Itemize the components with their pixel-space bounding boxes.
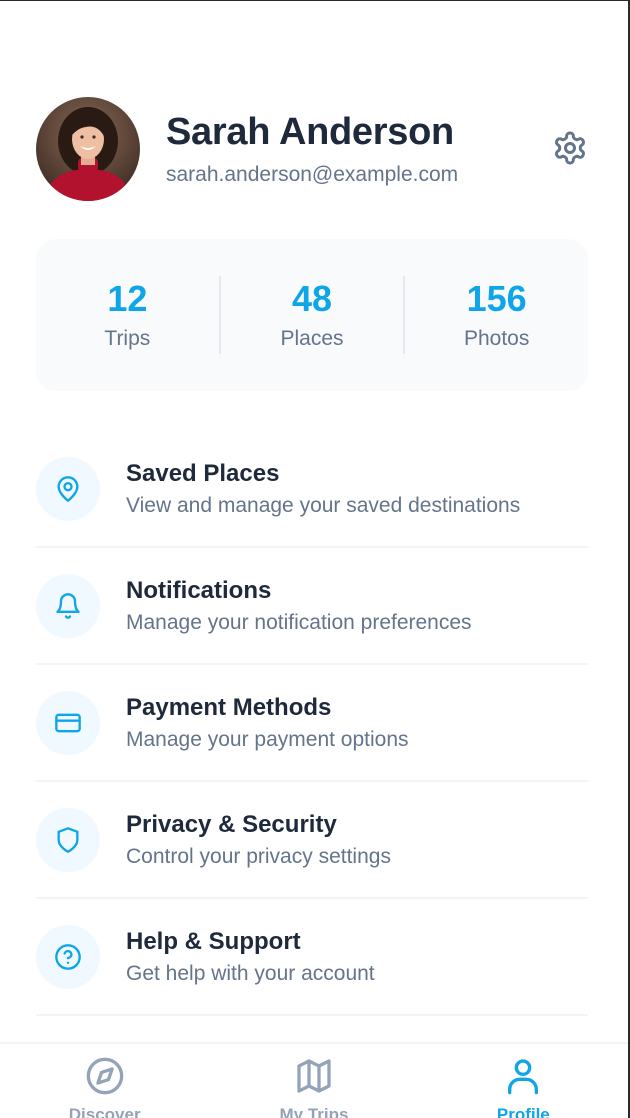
map-pin-icon [36, 456, 100, 521]
bottom-tab-bar: Discover My Trips Profile [0, 1042, 628, 1118]
menu-subtitle: Manage your notification preferences [126, 610, 472, 634]
menu-text: Saved Places View and manage your saved … [126, 459, 520, 519]
menu-text: Payment Methods Manage your payment opti… [126, 693, 409, 753]
menu-item-privacy-security[interactable]: Privacy & Security Control your privacy … [36, 782, 588, 899]
menu-title: Payment Methods [126, 693, 332, 721]
settings-menu: Saved Places View and manage your saved … [36, 431, 588, 1016]
tab-profile[interactable]: Profile [419, 1044, 628, 1118]
stats-card: 12 Trips 48 Places 156 Photos [36, 239, 588, 391]
menu-title: Notifications [126, 576, 272, 604]
user-name: Sarah Anderson [166, 111, 454, 153]
menu-subtitle: Control your privacy settings [126, 844, 391, 868]
stat-value: 48 [291, 278, 333, 319]
menu-item-notifications[interactable]: Notifications Manage your notification p… [36, 548, 588, 665]
bell-icon [36, 573, 100, 638]
menu-item-saved-places[interactable]: Saved Places View and manage your saved … [36, 431, 588, 548]
user-icon [503, 1056, 543, 1101]
stat-label: Trips [104, 327, 151, 350]
user-email: sarah.anderson@example.com [166, 163, 459, 186]
user-info: Sarah Anderson sarah.anderson@example.co… [166, 110, 550, 188]
gear-icon [552, 130, 588, 171]
menu-subtitle: Get help with your account [126, 961, 375, 985]
stat-trips[interactable]: 12 Trips [36, 276, 219, 354]
stat-label: Photos [463, 327, 530, 350]
menu-subtitle: Manage your payment options [126, 727, 409, 751]
tab-label: Discover [68, 1105, 141, 1118]
stat-places[interactable]: 48 Places [221, 276, 404, 354]
menu-title: Help & Support [126, 927, 301, 955]
credit-card-icon [36, 690, 100, 755]
settings-button[interactable] [550, 130, 590, 170]
menu-title: Privacy & Security [126, 810, 337, 838]
tab-label: Profile [496, 1105, 550, 1118]
compass-icon [85, 1056, 125, 1101]
menu-title: Saved Places [126, 459, 280, 487]
profile-header: Sarah Anderson sarah.anderson@example.co… [36, 97, 592, 201]
menu-subtitle: View and manage your saved destinations [126, 493, 521, 517]
menu-item-payment-methods[interactable]: Payment Methods Manage your payment opti… [36, 665, 588, 782]
shield-icon [36, 807, 100, 872]
profile-screen: Sarah Anderson sarah.anderson@example.co… [0, 0, 630, 1118]
stat-label: Places [280, 327, 344, 350]
menu-text: Help & Support Get help with your accoun… [126, 927, 375, 987]
menu-item-help-support[interactable]: Help & Support Get help with your accoun… [36, 899, 588, 1016]
tab-my-trips[interactable]: My Trips [209, 1044, 418, 1118]
help-circle-icon [36, 924, 100, 989]
stat-photos[interactable]: 156 Photos [405, 276, 588, 354]
menu-text: Notifications Manage your notification p… [126, 576, 472, 636]
avatar[interactable] [36, 97, 140, 201]
menu-text: Privacy & Security Control your privacy … [126, 810, 391, 870]
stat-value: 156 [466, 278, 527, 319]
tab-discover[interactable]: Discover [0, 1044, 209, 1118]
stat-value: 12 [107, 278, 148, 319]
tab-label: My Trips [279, 1105, 349, 1118]
map-icon [294, 1056, 334, 1101]
